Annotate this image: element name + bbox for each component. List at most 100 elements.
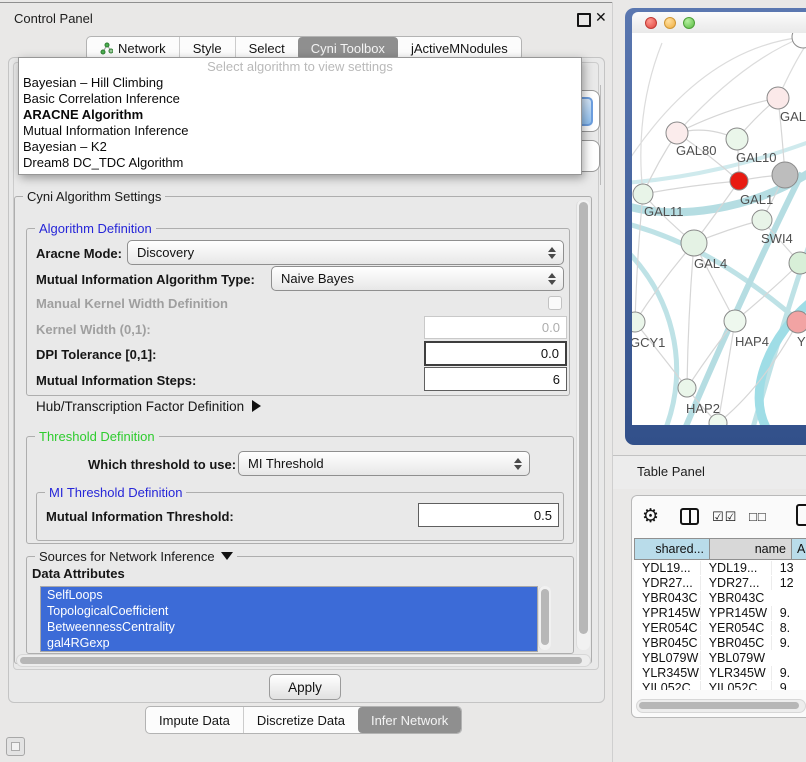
network-edge [687, 243, 694, 388]
table-row[interactable]: YBL079WYBL079W [634, 650, 806, 665]
minimize-traffic-light-icon[interactable] [664, 17, 676, 29]
dpi-tolerance-field[interactable]: 0.0 [424, 341, 567, 366]
table-cell: YBL079W [634, 651, 700, 665]
network-node-gal10[interactable] [726, 128, 748, 150]
dropdown-item-bayesian-k2[interactable]: Bayesian – K2 [19, 139, 581, 155]
manual-kernel-label: Manual Kernel Width Definition [36, 296, 228, 311]
which-threshold-label: Which threshold to use: [88, 457, 236, 472]
tab-discretize-data[interactable]: Discretize Data [243, 707, 358, 733]
panel-right-divider[interactable] [612, 2, 613, 762]
tab-label: Cyni Toolbox [311, 41, 385, 56]
settings-vscrollbar[interactable] [576, 200, 590, 650]
network-node-gal4[interactable] [681, 230, 707, 256]
which-threshold-combobox[interactable]: MI Threshold [238, 451, 530, 476]
network-node[interactable] [789, 252, 806, 274]
table-row[interactable]: YBR045CYBR045C9. [634, 635, 806, 650]
node-label-gal: GAL [780, 109, 806, 124]
attributes-vscrollbar[interactable] [538, 586, 551, 650]
dropdown-item-dream8-dc-tdc-algorithm[interactable]: Dream8 DC_TDC Algorithm [19, 155, 581, 171]
mi-type-combobox[interactable]: Naive Bayes [271, 266, 564, 291]
select-all-icon[interactable]: ☑☑ [712, 509, 737, 525]
table-row[interactable]: YER054CYER054C8. [634, 620, 806, 635]
mi-threshold-field[interactable]: 0.5 [418, 503, 559, 527]
sources-group-title[interactable]: Sources for Network Inference [35, 549, 237, 564]
settings-hscrollbar[interactable] [16, 654, 591, 667]
gear-icon[interactable]: ⚙ [642, 505, 659, 528]
mi-threshold-label: Mutual Information Threshold: [46, 509, 234, 524]
columns-icon[interactable] [680, 508, 699, 525]
network-node-y[interactable] [787, 311, 806, 333]
column-header-name[interactable]: name [710, 538, 792, 560]
tab-impute-data[interactable]: Impute Data [146, 707, 243, 733]
close-icon[interactable]: ✕ [595, 9, 607, 26]
tab-label: Style [193, 41, 222, 56]
node-label-gal80: GAL80 [676, 143, 716, 158]
network-node[interactable] [792, 33, 806, 48]
network-node-gal11[interactable] [633, 184, 653, 204]
dropdown-item-basic-correlation-inference[interactable]: Basic Correlation Inference [19, 91, 581, 107]
hub-definition-expander[interactable]: Hub/Transcription Factor Definition [36, 399, 261, 414]
tab-infer-network[interactable]: Infer Network [358, 707, 461, 733]
table-cell: YPR145W [700, 606, 771, 620]
network-edge [687, 321, 735, 388]
page-icon[interactable] [796, 504, 806, 526]
algorithm-definition-title: Algorithm Definition [35, 221, 156, 236]
dropdown-item-bayesian-hill-climbing[interactable]: Bayesian – Hill Climbing [19, 75, 581, 91]
dropdown-item-mutual-information-inference[interactable]: Mutual Information Inference [19, 123, 581, 139]
manual-kernel-checkbox[interactable] [548, 296, 562, 310]
attribute-item[interactable]: SelfLoops [41, 587, 537, 603]
attributes-vscrollbar-thumb[interactable] [541, 589, 549, 645]
network-edge [635, 322, 687, 388]
network-view-canvas[interactable]: GALGAL80GAL10GAL1GAL11SWI4GAL4GCY1HAP4YH… [632, 33, 806, 425]
table-cell: 9. [771, 666, 806, 680]
network-node-gcy1[interactable] [632, 312, 645, 332]
table-hscrollbar-thumb[interactable] [639, 702, 799, 709]
dropdown-item-aracne-algorithm[interactable]: ARACNE Algorithm [19, 107, 581, 123]
mi-threshold-group-title: MI Threshold Definition [45, 485, 186, 500]
column-header-A[interactable]: A [792, 538, 806, 560]
expander-expanded-icon [221, 552, 233, 560]
table-row[interactable]: YIL052CYIL052C9. [634, 680, 806, 690]
mi-steps-field[interactable]: 6 [424, 367, 567, 391]
table-row[interactable]: YDR27...YDR27...12 [634, 575, 806, 590]
node-label-gal10: GAL10 [736, 150, 776, 165]
network-node-hap2[interactable] [678, 379, 696, 397]
network-edge [677, 98, 778, 133]
deselect-all-icon[interactable]: □□ [749, 509, 767, 524]
zoom-traffic-light-icon[interactable] [683, 17, 695, 29]
aracne-mode-combobox[interactable]: Discovery [127, 240, 564, 265]
network-node-swi4[interactable] [752, 210, 772, 230]
apply-button[interactable]: Apply [269, 674, 341, 700]
table-cell: YBR045C [700, 636, 771, 650]
table-row[interactable]: YBR043CYBR043C [634, 590, 806, 605]
attribute-item[interactable]: BetweennessCentrality [41, 619, 537, 635]
float-window-icon[interactable] [577, 13, 591, 27]
table-cell: 13 [771, 561, 806, 575]
tab-label: Network [118, 41, 166, 56]
attribute-item[interactable]: gal4RGexp [41, 635, 537, 651]
table-hscrollbar[interactable] [636, 699, 806, 713]
algorithm-dropdown-placeholder: Select algorithm to view settings [19, 58, 581, 75]
sources-title-text: Sources for Network Inference [39, 549, 215, 564]
table-row[interactable]: YPR145WYPR145W9. [634, 605, 806, 620]
table-cell: YDL19... [700, 561, 771, 575]
algorithm-dropdown-items: Bayesian – Hill ClimbingBasic Correlatio… [19, 75, 581, 171]
table-row[interactable]: YLR345WYLR345W9. [634, 665, 806, 680]
column-header-shared...[interactable]: shared... [634, 538, 710, 560]
settings-vscrollbar-thumb[interactable] [579, 202, 588, 634]
network-node[interactable] [772, 162, 798, 188]
network-window-titlebar[interactable] [632, 12, 806, 33]
settings-hscrollbar-thumb[interactable] [20, 657, 582, 664]
table-row[interactable]: YDL19...YDL19...13 [634, 560, 806, 575]
table-cell: YBR045C [634, 636, 700, 650]
panel-title: Control Panel [14, 11, 93, 26]
network-node-gal[interactable] [767, 87, 789, 109]
attribute-item[interactable]: TopologicalCoefficient [41, 603, 537, 619]
kernel-width-field[interactable]: 0.0 [424, 316, 567, 339]
mi-type-label: Mutual Information Algorithm Type: [36, 272, 255, 287]
network-node-gal1[interactable] [730, 172, 748, 190]
network-node-hap4[interactable] [724, 310, 746, 332]
collapsed-panel-icon[interactable] [6, 737, 25, 756]
close-traffic-light-icon[interactable] [645, 17, 657, 29]
network-node-gal80[interactable] [666, 122, 688, 144]
